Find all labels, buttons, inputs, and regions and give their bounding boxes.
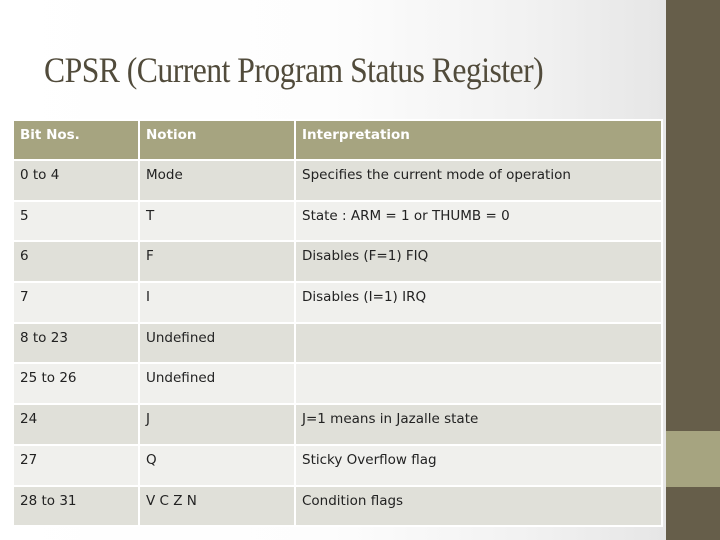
cell-interpretation [294,362,663,406]
cell-bits: 8 to 23 [12,321,140,365]
table-row: 5 T State : ARM = 1 or THUMB = 0 [12,199,663,243]
cell-interpretation: Disables (I=1) IRQ [294,281,663,324]
cell-notion: T [138,199,296,243]
cpsr-table-container: Bit Nos. Notion Interpretation 0 to 4 Mo… [12,119,663,528]
cpsr-table: Bit Nos. Notion Interpretation 0 to 4 Mo… [12,119,663,528]
cell-notion: I [138,281,296,324]
header-interpretation: Interpretation [294,119,663,161]
cell-interpretation: Disables (F=1) FIQ [294,240,663,284]
cell-notion: Undefined [138,362,296,406]
cell-notion: F [138,240,296,284]
header-notion: Notion [138,119,296,161]
cell-interpretation: Sticky Overflow flag [294,443,663,487]
table-row: 28 to 31 V C Z N Condition flags [12,484,663,528]
cell-notion: Mode [138,159,296,202]
table-row: 27 Q Sticky Overflow flag [12,443,663,487]
table-row: 8 to 23 Undefined [12,321,663,365]
table-header-row: Bit Nos. Notion Interpretation [12,119,663,161]
table-row: 25 to 26 Undefined [12,362,663,406]
cell-interpretation: J=1 means in Jazalle state [294,403,663,446]
cell-interpretation: Specifies the current mode of operation [294,159,663,202]
cell-interpretation: Condition flags [294,484,663,528]
cell-interpretation [294,321,663,365]
cell-bits: 25 to 26 [12,362,140,406]
cell-bits: 7 [12,281,140,324]
header-bit-nos: Bit Nos. [12,119,140,161]
decorative-sidebar [666,0,720,540]
cell-bits: 27 [12,443,140,487]
cell-interpretation: State : ARM = 1 or THUMB = 0 [294,199,663,243]
sidebar-accent-band [666,431,720,487]
cell-notion: J [138,403,296,446]
cell-notion: Undefined [138,321,296,365]
table-row: 24 J J=1 means in Jazalle state [12,403,663,446]
table-row: 0 to 4 Mode Specifies the current mode o… [12,159,663,202]
cell-notion: V C Z N [138,484,296,528]
cell-bits: 5 [12,199,140,243]
cell-bits: 28 to 31 [12,484,140,528]
table-row: 7 I Disables (I=1) IRQ [12,281,663,324]
slide-title: CPSR (Current Program Status Register) [44,50,544,90]
cell-bits: 6 [12,240,140,284]
cell-bits: 0 to 4 [12,159,140,202]
cell-bits: 24 [12,403,140,446]
table-row: 6 F Disables (F=1) FIQ [12,240,663,284]
cell-notion: Q [138,443,296,487]
